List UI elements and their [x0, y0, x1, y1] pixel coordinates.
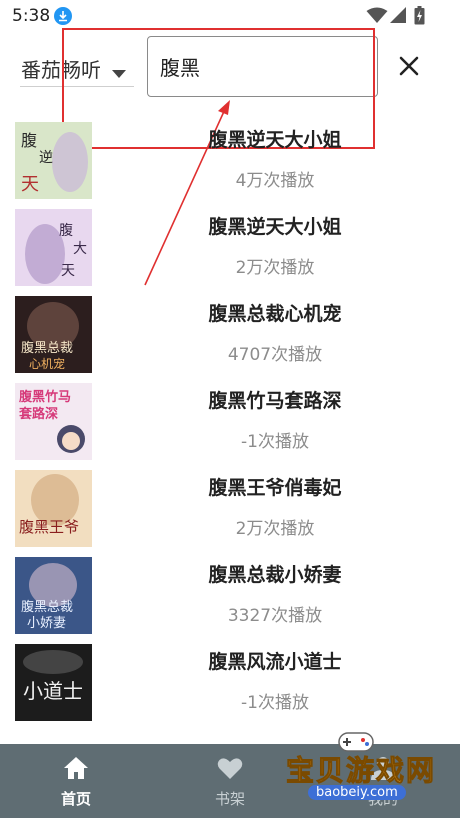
status-bar: 5:38: [0, 0, 460, 32]
source-dropdown-label: 番茄畅听: [21, 58, 101, 82]
book-list-item[interactable]: 腹黑总裁 小娇妻 腹黑总裁小娇妻 3327次播放: [0, 553, 460, 635]
status-time: 5:38: [12, 6, 51, 26]
heart-icon: [217, 756, 243, 784]
search-bar: 番茄畅听: [0, 36, 460, 98]
book-cover: 腹 逆 天: [15, 122, 92, 199]
book-play-count: 4707次播放: [227, 345, 323, 365]
svg-text:心机宠: 心机宠: [29, 356, 65, 371]
book-list-item[interactable]: 腹 逆 天 腹黑逆天大小姐 4万次播放: [0, 118, 460, 200]
svg-text:天: 天: [61, 263, 75, 279]
nav-bookshelf-label: 书架: [214, 790, 245, 808]
search-input[interactable]: [147, 36, 378, 97]
person-icon: [370, 756, 396, 784]
book-cover: 腹黑竹马 套路深: [15, 383, 92, 460]
source-dropdown[interactable]: 番茄畅听: [20, 50, 134, 87]
download-icon: [54, 7, 72, 25]
book-list-item[interactable]: 腹黑竹马 套路深 腹黑竹马套路深 -1次播放: [0, 379, 460, 461]
book-cover: 小道士: [15, 644, 92, 721]
nav-home-label: 首页: [60, 790, 91, 808]
home-icon: [63, 756, 89, 784]
svg-text:腹: 腹: [59, 222, 73, 239]
book-title: 腹黑风流小道士: [208, 651, 342, 673]
svg-text:套路深: 套路深: [18, 406, 58, 422]
wifi-icon: [366, 7, 388, 28]
clear-search-icon[interactable]: [398, 55, 420, 81]
svg-text:逆: 逆: [39, 150, 53, 166]
book-title: 腹黑王爷俏毒妃: [208, 477, 342, 499]
book-cover: 腹 大 天: [15, 209, 92, 286]
svg-text:小娇妻: 小娇妻: [27, 616, 66, 631]
battery-icon: [414, 6, 425, 29]
nav-mine-label: 我的: [367, 790, 398, 808]
signal-icon: [389, 7, 407, 28]
book-list-item[interactable]: 腹黑总裁 心机宠 腹黑总裁心机宠 4707次播放: [0, 292, 460, 374]
book-play-count: 2万次播放: [235, 519, 315, 539]
nav-bookshelf[interactable]: 书架: [170, 744, 290, 818]
svg-text:腹黑总裁: 腹黑总裁: [21, 340, 73, 356]
nav-mine[interactable]: 我的: [323, 744, 443, 818]
book-play-count: 3327次播放: [227, 606, 323, 626]
svg-text:腹黑竹马: 腹黑竹马: [19, 389, 71, 405]
caret-down-icon: [112, 63, 126, 82]
book-list-item[interactable]: 小道士 腹黑风流小道士 -1次播放: [0, 640, 460, 722]
book-title: 腹黑逆天大小姐: [208, 216, 342, 238]
svg-text:腹黑王爷: 腹黑王爷: [19, 518, 79, 536]
book-cover: 腹黑王爷: [15, 470, 92, 547]
svg-text:小道士: 小道士: [23, 679, 83, 703]
book-play-count: -1次播放: [241, 432, 309, 452]
book-play-count: 4万次播放: [235, 171, 315, 191]
book-cover: 腹黑总裁 小娇妻: [15, 557, 92, 634]
book-list-item[interactable]: 腹 大 天 腹黑逆天大小姐 2万次播放: [0, 205, 460, 287]
nav-home[interactable]: 首页: [16, 744, 136, 818]
svg-text:天: 天: [21, 174, 39, 195]
book-cover: 腹黑总裁 心机宠: [15, 296, 92, 373]
book-title: 腹黑逆天大小姐: [208, 129, 342, 151]
book-list-item[interactable]: 腹黑王爷 腹黑王爷俏毒妃 2万次播放: [0, 466, 460, 548]
book-play-count: -1次播放: [241, 693, 309, 713]
book-title: 腹黑总裁心机宠: [208, 303, 342, 325]
bottom-nav: 首页 书架 我的: [0, 744, 460, 818]
book-title: 腹黑竹马套路深: [208, 390, 342, 412]
book-play-count: 2万次播放: [235, 258, 315, 278]
svg-text:腹黑总裁: 腹黑总裁: [21, 599, 73, 615]
book-title: 腹黑总裁小娇妻: [208, 564, 342, 586]
svg-text:大: 大: [73, 241, 87, 257]
svg-text:腹: 腹: [21, 131, 37, 150]
